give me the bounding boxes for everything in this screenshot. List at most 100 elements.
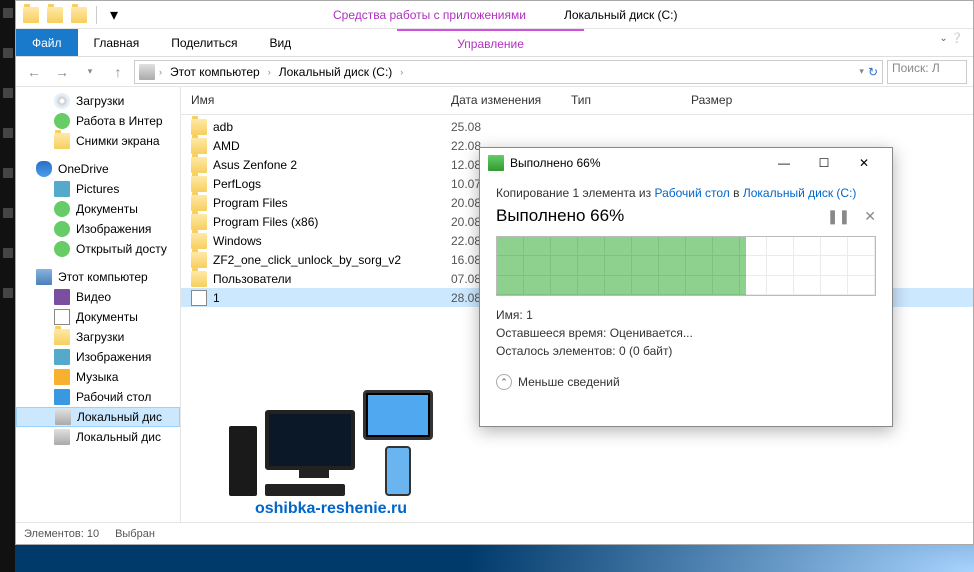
forward-button[interactable]: → <box>50 60 74 84</box>
tree-item[interactable]: OneDrive <box>16 159 180 179</box>
tree-item[interactable]: Снимки экрана <box>16 131 180 151</box>
folder-icon <box>54 329 70 345</box>
pic-icon <box>54 349 70 365</box>
folder-icon <box>191 138 207 154</box>
progress-grid <box>497 237 875 295</box>
tree-item-label: OneDrive <box>58 162 109 176</box>
pc-tower-image <box>229 426 257 496</box>
copy-text-a: Копирование 1 элемента из <box>496 186 654 200</box>
copy-dialog: Выполнено 66% — ☐ ✕ Копирование 1 элемен… <box>479 147 893 427</box>
app-tools-label: Средства работы с приложениями <box>325 6 534 24</box>
cancel-button[interactable]: ✕ <box>864 208 876 225</box>
source-link[interactable]: Рабочий стол <box>654 186 729 200</box>
tree-item-label: Музыка <box>76 370 118 384</box>
folder-icon <box>191 233 207 249</box>
up-button[interactable]: ↑ <box>106 60 130 84</box>
explorer-icon[interactable] <box>20 4 42 26</box>
col-type[interactable]: Тип <box>561 87 681 114</box>
time-label: Оставшееся время: <box>496 326 606 340</box>
breadcrumb-sep: › <box>400 67 403 77</box>
back-button[interactable]: ← <box>22 60 46 84</box>
chevron-up-icon: ⌃ <box>496 374 512 390</box>
file-name: adb <box>213 120 233 134</box>
col-name[interactable]: Имя <box>181 87 441 114</box>
tree-item[interactable]: Видео <box>16 287 180 307</box>
tab-view[interactable]: Вид <box>253 29 307 56</box>
tree-item-label: Локальный дис <box>76 430 161 444</box>
pause-button[interactable]: ❚❚ <box>827 208 850 225</box>
tree-item[interactable]: Открытый досту <box>16 239 180 259</box>
copy-details: Имя: 1 Оставшееся время: Оценивается... … <box>496 306 876 360</box>
breadcrumb-sep: › <box>268 67 271 77</box>
tree-item[interactable]: Этот компьютер <box>16 267 180 287</box>
tree-item[interactable]: Загрузки <box>16 91 180 111</box>
fewer-details-label: Меньше сведений <box>518 375 620 389</box>
tab-file[interactable]: Файл <box>16 29 78 56</box>
tab-home[interactable]: Главная <box>78 29 156 56</box>
tree-item[interactable]: Музыка <box>16 367 180 387</box>
tree-item[interactable]: Локальный дис <box>16 427 180 447</box>
tree-item-label: Pictures <box>76 182 119 196</box>
onedrive-icon <box>36 161 52 177</box>
window-title: Локальный диск (C:) <box>564 8 678 22</box>
tree-item[interactable]: Работа в Интер <box>16 111 180 131</box>
nav-row: ← → ▾ ↑ › Этот компьютер › Локальный дис… <box>16 57 973 87</box>
dest-link[interactable]: Локальный диск (C:) <box>743 186 857 200</box>
copy-text-b: в <box>730 186 743 200</box>
tree-item[interactable]: Загрузки <box>16 327 180 347</box>
tree-item[interactable]: Изображения <box>16 219 180 239</box>
tree-item[interactable]: Pictures <box>16 179 180 199</box>
tab-share[interactable]: Поделиться <box>155 29 253 56</box>
properties-icon[interactable] <box>44 4 66 26</box>
tree-item-label: Снимки экрана <box>76 134 160 148</box>
titlebar: ▾ Средства работы с приложениями Локальн… <box>16 1 973 29</box>
tree-item[interactable]: Рабочий стол <box>16 387 180 407</box>
close-button[interactable]: ✕ <box>844 149 884 177</box>
copy-summary: Копирование 1 элемента из Рабочий стол в… <box>496 186 876 200</box>
drive-icon <box>54 429 70 445</box>
address-dropdown-icon[interactable]: ▾ <box>859 66 864 77</box>
dialog-title: Выполнено 66% <box>510 156 601 170</box>
maximize-button[interactable]: ☐ <box>804 149 844 177</box>
tree-item-label: Локальный дис <box>77 410 162 424</box>
address-bar[interactable]: › Этот компьютер › Локальный диск (C:) ›… <box>134 60 883 84</box>
status-count: Элементов: 10 <box>24 528 99 540</box>
file-row[interactable]: adb 25.08 <box>181 117 973 136</box>
name-label: Имя: <box>496 308 523 322</box>
green-icon <box>54 113 70 129</box>
tree-item[interactable]: Локальный дис <box>16 407 180 427</box>
file-name: Пользователи <box>213 272 291 286</box>
file-date: 25.08 <box>441 120 561 134</box>
col-size[interactable]: Размер <box>681 87 761 114</box>
tree-item-label: Документы <box>76 310 138 324</box>
folder-icon <box>191 176 207 192</box>
qat-separator <box>96 6 97 24</box>
tree-item-label: Загрузки <box>76 94 124 108</box>
breadcrumb-drive[interactable]: Локальный диск (C:) <box>275 65 397 79</box>
remaining-label: Осталось элементов: <box>496 344 616 358</box>
col-date[interactable]: Дата изменения <box>441 87 561 114</box>
tree-item[interactable]: Документы <box>16 199 180 219</box>
refresh-icon[interactable]: ↻ <box>868 65 878 79</box>
folder-icon <box>191 119 207 135</box>
tab-manage[interactable]: Управление <box>397 29 584 56</box>
tree-item[interactable]: Документы <box>16 307 180 327</box>
breadcrumb-root[interactable]: Этот компьютер <box>166 65 264 79</box>
fewer-details-toggle[interactable]: ⌃ Меньше сведений <box>496 374 876 390</box>
video-icon <box>54 289 70 305</box>
new-folder-icon[interactable] <box>68 4 90 26</box>
tree-item-label: Изображения <box>76 222 151 236</box>
pic-icon <box>54 181 70 197</box>
tree-item[interactable]: Изображения <box>16 347 180 367</box>
qat-dropdown-icon[interactable]: ▾ <box>103 4 125 26</box>
desk-icon <box>54 389 70 405</box>
search-input[interactable]: Поиск: Л <box>887 60 967 84</box>
music-icon <box>54 369 70 385</box>
recent-dropdown[interactable]: ▾ <box>78 60 102 84</box>
monitor-image <box>265 410 355 470</box>
disc-icon <box>54 93 70 109</box>
ribbon-expand-icon[interactable]: ⌄ ❔ <box>929 29 973 56</box>
minimize-button[interactable]: — <box>764 149 804 177</box>
file-name: Windows <box>213 234 262 248</box>
tablet-image <box>363 390 433 440</box>
